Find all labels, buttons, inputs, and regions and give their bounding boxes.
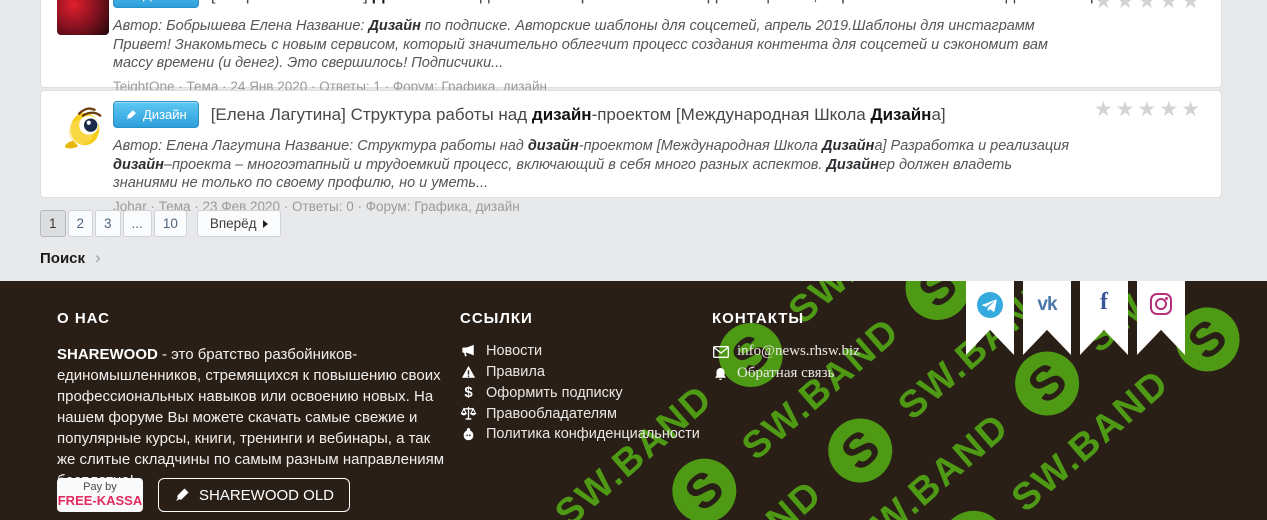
footer-about-section: О НАС SHAREWOOD - это братство разбойник…	[57, 310, 449, 491]
watermark-logo: S	[928, 497, 1020, 520]
watermark-text: SW.BAND	[843, 405, 1018, 520]
freekassa-payby-label: Pay by	[83, 481, 117, 493]
page-button-10[interactable]: 10	[153, 210, 187, 237]
footer-link-label: Новости	[486, 343, 543, 359]
thread-snippet: Автор: Елена Лагутина Название: Структур…	[113, 138, 1070, 191]
avatar[interactable]	[57, 0, 109, 35]
footer-contacts-section: КОНТАКТЫ info@news.rhsw.biz Обратная свя…	[712, 310, 972, 387]
chevron-right-icon: ›	[95, 248, 101, 267]
page-button-3[interactable]: 3	[95, 210, 121, 237]
vk-link[interactable]: vk	[1023, 281, 1071, 355]
thread-card: Дизайн [Елена Лагутина] Структура работы…	[40, 90, 1222, 214]
pagination: 1 2 3 ... 10 Вперёд	[40, 210, 281, 237]
contact-feedback[interactable]: Обратная связь	[712, 365, 972, 382]
bell-icon	[712, 367, 729, 381]
footer-links-section: ССЫЛКИ Новости Правила $ Оформить подпис…	[460, 310, 700, 447]
instagram-icon	[1150, 293, 1172, 315]
rating-stars: ★★★★★	[1093, 0, 1203, 13]
footer: SW.BANDSSW.BANDSSSW.BANDSSW.BANDSW.BANDS…	[0, 281, 1267, 520]
facebook-link[interactable]: f	[1080, 281, 1128, 355]
watermark-logo: S	[659, 445, 750, 520]
rating-stars: ★★★★★	[1093, 98, 1203, 121]
brush-icon	[176, 488, 189, 501]
thread-title[interactable]: [Бобрышева Елена] Дизайн по подписке: Ав…	[211, 0, 1132, 5]
footer-link-news[interactable]: Новости	[460, 343, 700, 359]
sharewood-old-label: SHAREWOOD OLD	[199, 486, 335, 504]
brush-icon	[126, 109, 136, 119]
warning-icon	[460, 365, 477, 379]
privacy-icon	[460, 427, 477, 441]
footer-link-rules[interactable]: Правила	[460, 364, 700, 380]
envelope-icon	[712, 345, 729, 358]
megaphone-icon	[460, 344, 477, 358]
contacts-heading: КОНТАКТЫ	[712, 310, 805, 327]
watermark-text: SW.BAND	[1003, 361, 1178, 520]
scales-icon	[460, 406, 477, 421]
watermark-logo: S	[815, 405, 906, 496]
page-button-2[interactable]: 2	[67, 210, 94, 237]
breadcrumb: Поиск ›	[40, 248, 101, 268]
vk-icon: vk	[1037, 294, 1057, 315]
avatar[interactable]	[57, 103, 109, 155]
brand-name: SHAREWOOD	[57, 346, 158, 363]
next-page-button[interactable]: Вперёд	[196, 210, 281, 237]
links-heading: ССЫЛКИ	[460, 310, 533, 327]
footer-link-label: Правообладателям	[486, 405, 617, 422]
about-heading: О НАС	[57, 310, 110, 327]
footer-link-copyright[interactable]: Правообладателям	[460, 406, 700, 422]
about-text: SHAREWOOD - это братство разбойников-еди…	[57, 346, 445, 489]
footer-link-privacy[interactable]: Политика конфиденциальности	[460, 426, 700, 442]
bee-avatar-icon	[64, 107, 102, 149]
telegram-link[interactable]	[966, 281, 1014, 355]
footer-link-label: Оформить подписку	[486, 384, 623, 401]
brush-icon	[125, 0, 137, 1]
contact-label: Обратная связь	[737, 365, 835, 381]
prefix-badge[interactable]: Дизайн	[113, 0, 199, 8]
next-page-label: Вперёд	[209, 216, 257, 231]
watermark-logo: S	[1002, 338, 1093, 429]
thread-snippet: Автор: Бобрышева Елена Название: Дизайн …	[113, 18, 1048, 71]
dollar-icon: $	[464, 384, 473, 401]
prefix-badge[interactable]: Дизайн	[113, 101, 199, 128]
footer-link-label: Правила	[486, 363, 545, 380]
watermark-text: SW.BAND	[657, 472, 831, 520]
thread-title[interactable]: [Елена Лагутина] Структура работы над ди…	[211, 105, 946, 125]
badge-label: Дизайн	[143, 0, 187, 2]
telegram-icon	[977, 292, 1003, 318]
facebook-icon: f	[1100, 289, 1108, 315]
contact-email[interactable]: info@news.rhsw.biz	[712, 343, 972, 360]
instagram-link[interactable]	[1137, 281, 1185, 355]
freekassa-payment-button[interactable]: Pay by FREE-KASSA	[57, 478, 143, 512]
search-results-page: Дизайн [Бобрышева Елена] Дизайн по подпи…	[0, 0, 1267, 520]
sharewood-old-button[interactable]: SHAREWOOD OLD	[158, 478, 351, 512]
page-ellipsis: ...	[122, 210, 152, 237]
contact-label: info@news.rhsw.biz	[737, 343, 860, 359]
badge-label: Дизайн	[143, 107, 187, 122]
footer-link-label: Политика конфиденциальности	[486, 426, 700, 442]
thread-card: Дизайн [Бобрышева Елена] Дизайн по подпи…	[40, 0, 1222, 94]
footer-link-subscribe[interactable]: $ Оформить подписку	[460, 384, 700, 401]
freekassa-brand-label: FREE-KASSA	[57, 493, 143, 508]
breadcrumb-search-link[interactable]: Поиск	[40, 250, 85, 267]
arrow-right-icon	[262, 219, 268, 228]
page-button-1[interactable]: 1	[40, 210, 66, 237]
